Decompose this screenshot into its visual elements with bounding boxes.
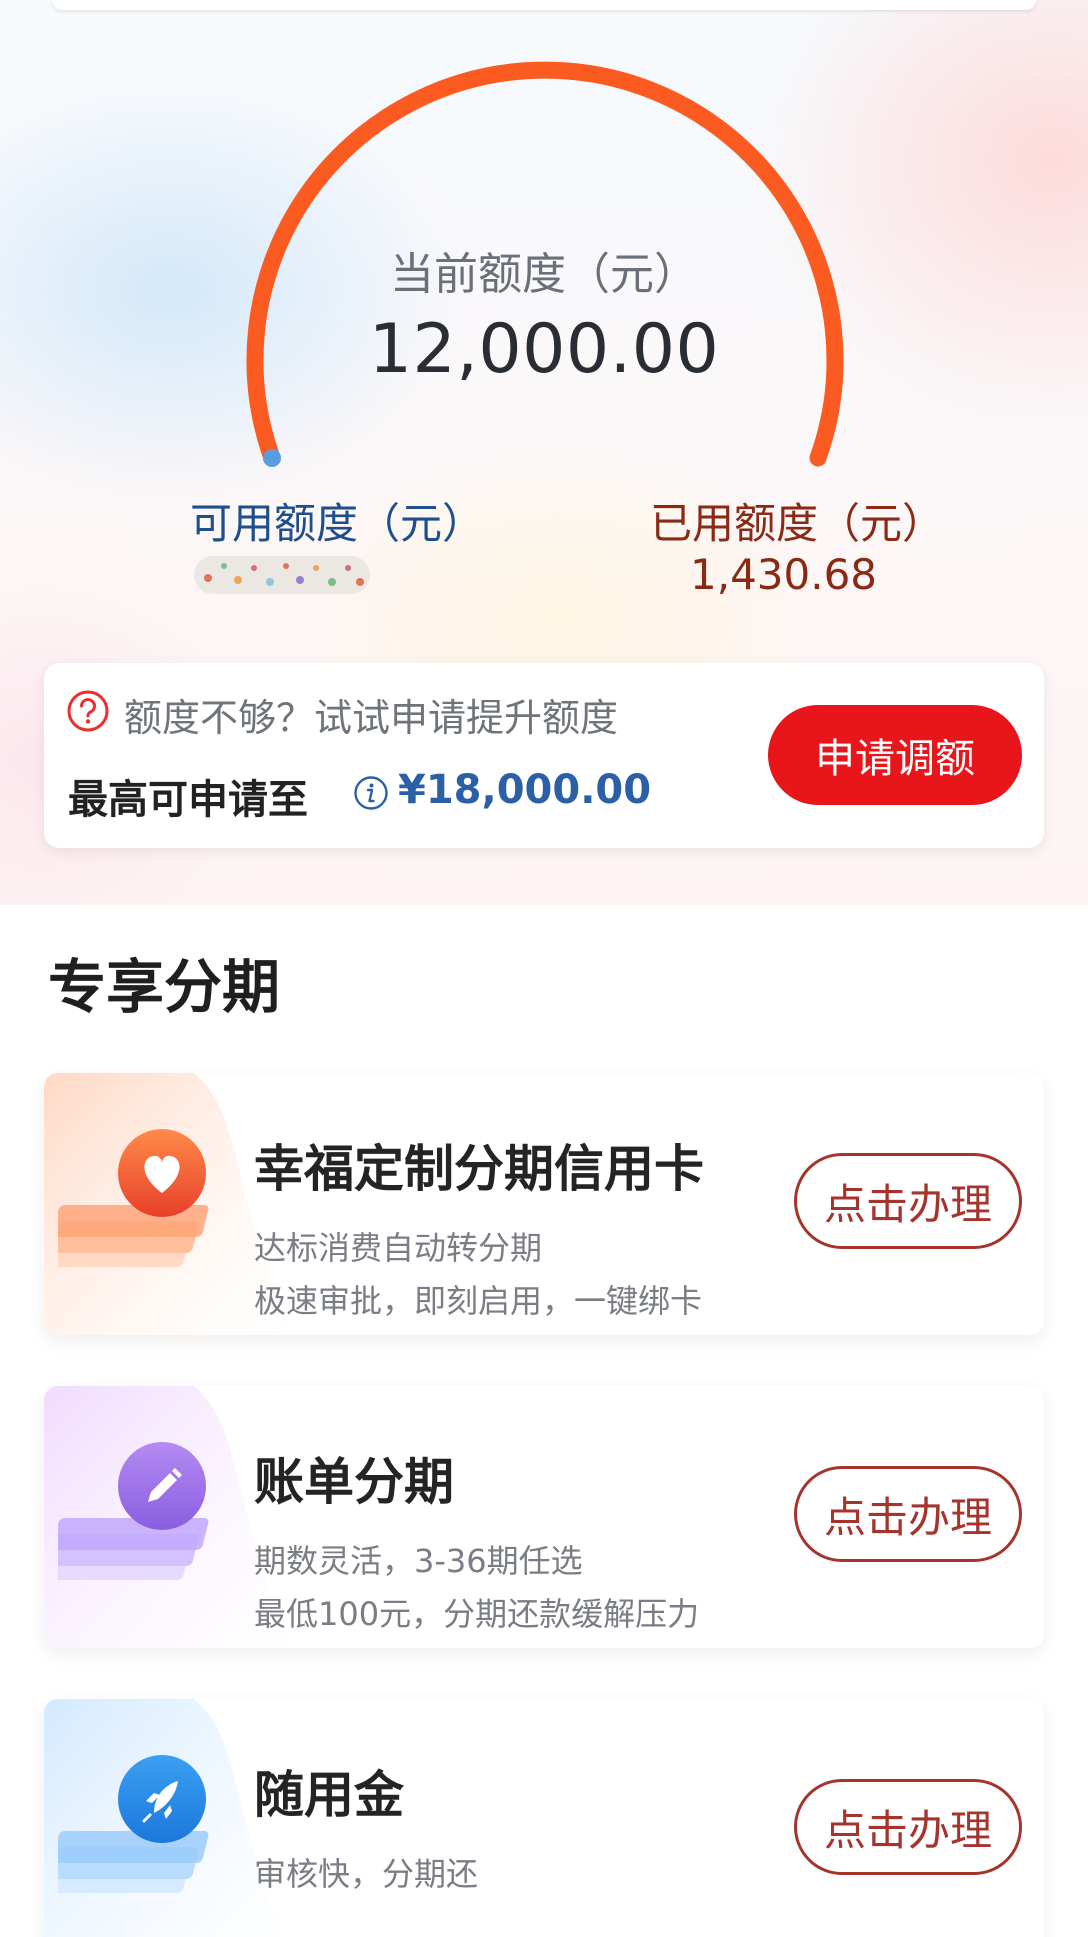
product-card-bill-installment[interactable]: 账单分期 期数灵活，3-36期任选 最低100元，分期还款缓解压力 点击办理 (44, 1386, 1044, 1648)
product-card-happiness-card[interactable]: 幸福定制分期信用卡 达标消费自动转分期 极速审批，即刻启用，一键绑卡 点击办理 (44, 1073, 1044, 1335)
product-desc-line1: 达标消费自动转分期 (254, 1229, 543, 1267)
credit-limit-panel: 当前额度（元） 12,000.00 可用额度（元） 已用额度（元） 1,430.… (0, 0, 1088, 905)
apply-now-button[interactable]: 点击办理 (794, 1153, 1022, 1249)
product-title: 随用金 (254, 1766, 404, 1824)
used-limit-value: 1,430.68 (690, 550, 878, 599)
product-title: 幸福定制分期信用卡 (254, 1140, 704, 1198)
max-apply-value: ¥18,000.00 (398, 767, 652, 813)
current-limit-label: 当前额度（元） (390, 249, 698, 300)
product-title: 账单分期 (254, 1453, 454, 1511)
apply-now-button[interactable]: 点击办理 (794, 1779, 1022, 1875)
current-limit-value: 12,000.00 (368, 310, 720, 389)
product-desc-line1: 审核快，分期还 (254, 1855, 479, 1893)
available-limit-masked-value (194, 556, 370, 594)
used-limit-label: 已用额度（元） (650, 499, 945, 548)
product-desc-line1: 期数灵活，3-36期任选 (254, 1542, 583, 1580)
rocket-icon (58, 1755, 209, 1893)
max-apply-label: 最高可申请至 (68, 777, 308, 823)
product-desc-line2: 极速审批，即刻启用，一键绑卡 (254, 1282, 703, 1320)
limit-upgrade-card: 额度不够？试试申请提升额度 最高可申请至 ¥18,000.00 申请调额 (44, 663, 1044, 848)
pencil-icon (58, 1442, 209, 1580)
product-desc-line2: 最低100元，分期还款缓解压力 (254, 1595, 700, 1633)
section-title-installments: 专享分期 (48, 953, 281, 1021)
credit-limit-page: 当前额度（元） 12,000.00 可用额度（元） 已用额度（元） 1,430.… (0, 0, 1088, 1937)
info-icon[interactable] (353, 775, 389, 811)
upgrade-hint-text: 额度不够？试试申请提升额度 (124, 696, 619, 740)
apply-adjust-limit-button[interactable]: 申请调额 (768, 705, 1022, 805)
product-card-flexible-cash[interactable]: 随用金 审核快，分期还 点击办理 (44, 1699, 1044, 1937)
heart-icon (58, 1129, 209, 1267)
question-icon[interactable] (66, 689, 110, 733)
apply-now-button[interactable]: 点击办理 (794, 1466, 1022, 1562)
gauge-start-dot (263, 449, 281, 467)
available-limit-label: 可用额度（元） (190, 499, 485, 548)
